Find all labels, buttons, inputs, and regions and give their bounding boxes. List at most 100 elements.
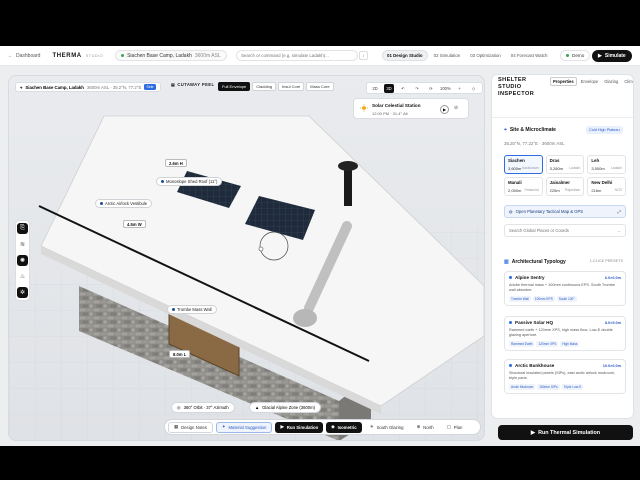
preset-card-arctic-bunkhouse[interactable]: Arctic Bunkhouse 10.0×6.0m Structural in… (504, 359, 626, 394)
city-region: Rajasthan (565, 188, 581, 192)
play-icon: ▶ (598, 52, 602, 59)
view-3d-button[interactable]: 3D (384, 83, 394, 93)
tab-simulation[interactable]: 02 Simulation (430, 50, 465, 61)
design-notes-label: Design Notes (181, 424, 207, 430)
viewport-site-name: Siachen Base Camp, Ladakh (25, 84, 84, 90)
tab-glazing[interactable]: Glazing (602, 77, 620, 86)
airlock-annotation[interactable]: Arctic Airlock Vestibule (95, 199, 153, 208)
sun-tool-icon[interactable]: ✺ (17, 255, 28, 266)
run-simulation-button[interactable]: ▶ Run Simulation (275, 421, 324, 433)
preset-description: Rammed earth + 120mm XPS, high mass floo… (509, 328, 613, 337)
orbit-readout[interactable]: ◎ 360° Orbit · 37° Azimuth (171, 402, 235, 413)
dashboard-back-button[interactable]: ← Dashboard (8, 53, 40, 59)
mode-insul-core[interactable]: Insul Core (278, 82, 305, 91)
view-2d-button[interactable]: 2D (370, 84, 380, 93)
compass-icon: ⊕ (416, 424, 421, 429)
mode-cladding[interactable]: Cladding (252, 82, 277, 91)
south-glazing-button[interactable]: ☀ South Glazing (365, 422, 409, 433)
left-tool-rail: ⎘ ≋ ✺ ♨ ✲ (15, 220, 30, 301)
north-button[interactable]: ⊕ North (412, 422, 439, 433)
site-section-title: ⌖ Site & Microclimate (504, 127, 556, 133)
undo-icon[interactable]: ↶ (398, 84, 408, 93)
zoom-in-icon[interactable]: + (455, 84, 465, 93)
tag-icon[interactable]: ◇ (469, 84, 479, 93)
city-name: New Delhi (591, 180, 613, 185)
viewport-site-card[interactable]: ⌖ Siachen Base Camp, Ladakh 3600m ASL · … (15, 82, 161, 92)
command-search-input[interactable] (241, 53, 353, 58)
mode-mass-core[interactable]: Mass Core (306, 82, 334, 91)
back-arrow-icon: ← (8, 52, 13, 59)
preset-card-passive-solar-hq[interactable]: Passive Solar HQ 8.0×5.0m Rammed earth +… (504, 316, 626, 351)
app-logo-sub: STUDIO (85, 53, 104, 58)
simulate-label: Simulate (604, 52, 626, 59)
simulate-button[interactable]: ▶ Simulate (592, 49, 632, 62)
isometric-button[interactable]: ◈ Isometric (326, 421, 362, 433)
shelter-3d-scene[interactable] (9, 76, 485, 441)
zone-readout[interactable]: ▲ Glacial Alpine Zone (3600m) (249, 402, 321, 413)
city-card-leh[interactable]: Leh 3,500m Ladakh (587, 155, 626, 174)
site-section-label: Site & Microclimate (509, 127, 556, 133)
tab-envelope[interactable]: Envelope (579, 77, 600, 86)
preset-chip: Trombe Wall (509, 296, 531, 302)
material-suggestion-label: Material Suggestion (228, 424, 267, 430)
plan-button[interactable]: ▢ Plan (442, 422, 468, 433)
city-card-jaisalmer[interactable]: Jaisalmer 225m Rajasthan (545, 177, 585, 196)
city-card-new-delhi[interactable]: New Delhi 216m NCR (587, 177, 626, 196)
preset-size: 6.0×6.0m (604, 276, 621, 280)
demo-toggle[interactable]: Demo (560, 50, 591, 61)
redo-icon[interactable]: ↷ (412, 84, 422, 93)
tab-climate[interactable]: Climate (622, 77, 633, 86)
solar-close-icon[interactable]: ⊘ (454, 105, 458, 111)
global-place-search-input[interactable] (509, 228, 618, 233)
chevron-down-icon[interactable]: ⌄ (617, 228, 621, 233)
viewport-site-meta: 3600m ASL · 35.2°N, 77.2°E (86, 84, 142, 90)
preset-card-alpine-sentry[interactable]: Alpine Sentry 6.0×6.0m Adobe thermal mas… (504, 271, 626, 306)
chimney-pipe (344, 168, 352, 206)
preset-chip: High Mass (560, 341, 580, 347)
thermal-tool-icon[interactable]: ♨ (17, 271, 28, 282)
tab-properties[interactable]: Properties (550, 77, 577, 86)
city-name: Leh (591, 158, 600, 163)
material-suggestion-button[interactable]: ✦ Material Suggestion (215, 421, 273, 433)
3d-viewport[interactable]: 2.6m H Monoslope Shed Roof (11°) Arctic … (8, 75, 485, 441)
mode-full-envelope[interactable]: Full Envelope (218, 82, 251, 91)
dashboard-label: Dashboard (16, 52, 41, 59)
trombe-annotation[interactable]: Trombe Mass Wall (167, 305, 217, 314)
select-tool-icon[interactable]: ⎘ (17, 223, 28, 234)
site-tag: Sele (144, 84, 156, 90)
preset-dot-icon (509, 364, 512, 367)
location-pin-icon: ⌖ (504, 127, 507, 133)
open-tactical-map-button[interactable]: ◍ Open Planetary Tactical Map & GPS ⤢ (504, 205, 626, 218)
preset-description: Structural insulated panels (SIPs), east… (509, 371, 615, 380)
preset-chip: 160mm SIPs (537, 384, 560, 390)
tab-design-studio[interactable]: 01 Design Studio (382, 50, 428, 61)
layers-tool-icon[interactable]: ≋ (17, 239, 28, 250)
run-simulation-label: Run Simulation (286, 424, 319, 430)
preset-dot-icon (509, 276, 512, 279)
city-card-manali[interactable]: Manali 2,050m Himachal (504, 177, 543, 196)
city-region: Ladakh (610, 166, 622, 170)
sun-small-icon: ☀ (369, 424, 374, 429)
trombe-annotation-label: Trombe Mass Wall (177, 307, 212, 312)
roof-annotation[interactable]: Monoslope Shed Roof (11°) (156, 177, 223, 186)
tab-optimization[interactable]: 03 Optimization (466, 50, 505, 61)
globe-icon: ◍ (509, 209, 513, 214)
preset-size: 10.0×6.0m (602, 364, 621, 368)
design-notes-button[interactable]: ▦ Design Notes (168, 421, 213, 433)
city-card-siachen[interactable]: Siachen 3,600m Karakoram (504, 155, 543, 174)
site-selector[interactable]: Siachen Base Camp, Ladakh 3600m ASL (115, 50, 227, 61)
wind-tool-icon[interactable]: ✲ (17, 287, 28, 298)
city-card-dras[interactable]: Dras 3,280m Ladakh (545, 155, 585, 174)
annotation-dot-icon (172, 308, 175, 311)
solar-play-button[interactable]: ▶ (440, 105, 449, 114)
demo-status-icon (566, 54, 569, 57)
reset-view-icon[interactable]: ⟳ (426, 84, 436, 93)
app-logo: THERMA (52, 52, 82, 59)
chimney-shadow-cap (293, 309, 317, 327)
run-thermal-simulation-button[interactable]: ▶ Run Thermal Simulation (498, 425, 633, 440)
tab-forecast-watch[interactable]: 04 Forecast Watch (507, 50, 552, 61)
cutaway-mode-group: Full Envelope Cladding Insul Core Mass C… (218, 82, 334, 91)
workflow-tabs: 01 Design Studio 02 Simulation 03 Optimi… (382, 50, 551, 61)
preset-description: Adobe thermal mass + 100mm continuous EP… (509, 283, 615, 292)
inspector-title-line: INSPECTOR (498, 91, 535, 97)
